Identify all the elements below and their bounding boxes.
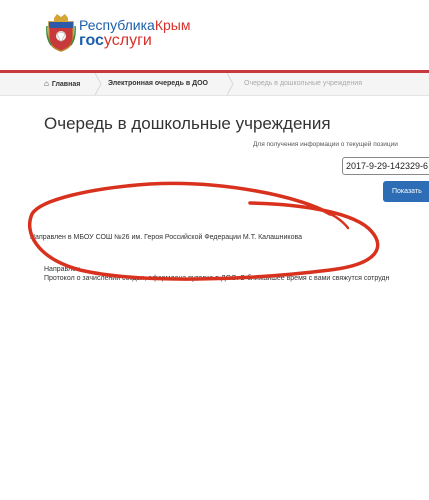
show-button[interactable]: Показать	[383, 181, 429, 202]
status-text: Направлен	[44, 266, 80, 273]
position-hint: Для получения информации о текущей позиц…	[253, 141, 398, 148]
breadcrumb: ⌂ Главная Электронная очередь в ДОО Очере…	[0, 73, 429, 96]
brand-name-part1: Республика	[79, 17, 155, 33]
brand-service-part1: гос	[79, 32, 104, 49]
brand-name[interactable]: РеспубликаКрым	[79, 17, 191, 33]
breadcrumb-current: Очередь в дошкольные учреждения	[244, 80, 362, 87]
brand-service-part2: услуги	[103, 32, 152, 49]
brand-service[interactable]: госуслуги	[79, 32, 152, 50]
brand-name-part2: Крым	[154, 17, 191, 33]
breadcrumb-home-label: Главная	[51, 81, 81, 88]
site-header: РеспубликаКрым госуслуги	[0, 0, 429, 70]
page-title: Очередь в дошкольные учреждения	[44, 114, 331, 133]
breadcrumb-queue[interactable]: Электронная очередь в ДОО	[108, 73, 208, 95]
breadcrumb-home[interactable]: ⌂ Главная	[44, 73, 80, 95]
crimea-emblem-icon[interactable]	[46, 12, 76, 52]
home-icon: ⌂	[44, 79, 49, 88]
breadcrumb-separator-icon	[94, 73, 102, 95]
protocol-text: Протокол о зачислении создан, оформлена …	[44, 275, 390, 282]
breadcrumb-separator-icon	[226, 73, 234, 95]
assigned-school-text: Направлен в МБОУ СОШ №26 им. Героя Росси…	[30, 234, 302, 241]
application-code-input[interactable]	[342, 157, 429, 175]
